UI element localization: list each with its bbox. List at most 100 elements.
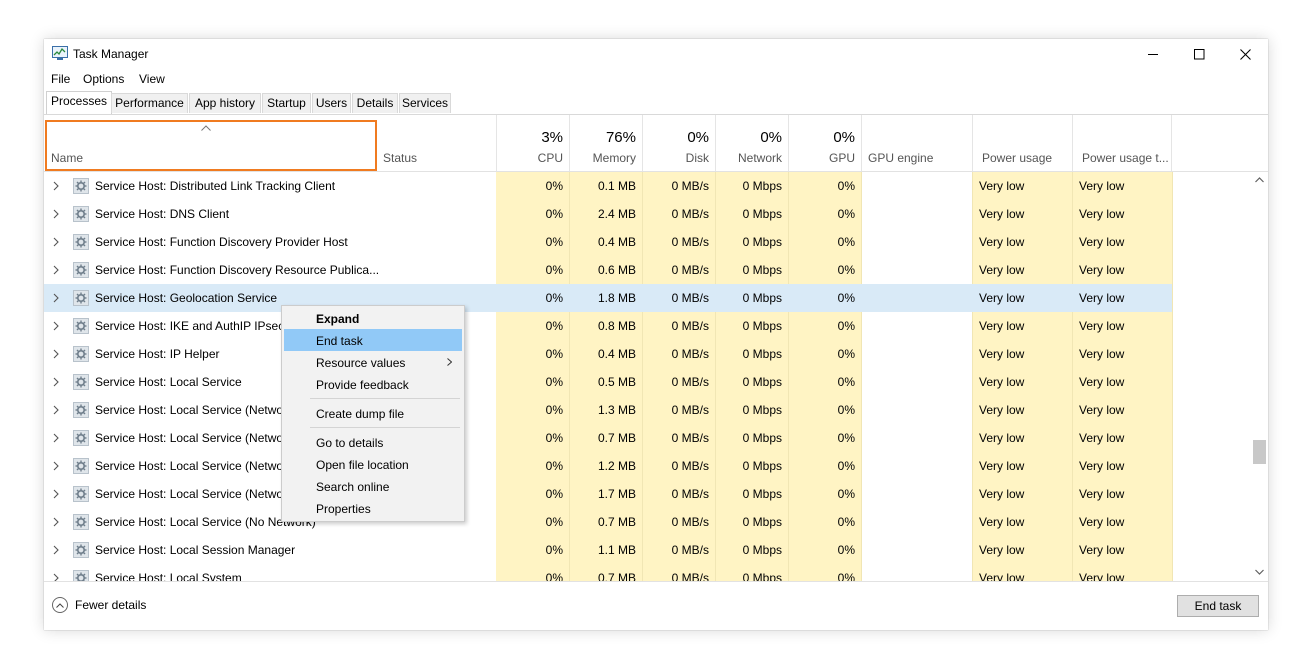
expand-chevron-icon[interactable] [53, 349, 59, 359]
cell-power-usage: Very low [979, 291, 1025, 305]
tab-services[interactable]: Services [399, 93, 451, 113]
table-row[interactable]: Service Host: Local Service 0% 0.5 MB 0 MB/… [44, 368, 1172, 396]
service-gear-icon [73, 346, 89, 362]
context-menu-resource-values[interactable]: Resource values [284, 351, 462, 373]
header-gpu[interactable]: 0% GPU [788, 115, 861, 171]
header-name[interactable]: Name [44, 115, 378, 171]
cell-power-usage: Very low [979, 179, 1025, 193]
menu-view[interactable]: View [139, 72, 165, 86]
vertical-scrollbar[interactable] [1251, 172, 1268, 581]
context-menu-go-to-details[interactable]: Go to details [284, 431, 462, 453]
table-row[interactable]: Service Host: Geolocation Service 0% 1.8 M… [44, 284, 1172, 312]
context-menu-end-task[interactable]: End task [284, 329, 462, 351]
process-name: Service Host: Function Discovery Resourc… [95, 263, 380, 277]
header-network[interactable]: 0% Network [715, 115, 788, 171]
fewer-details-button[interactable]: Fewer details [52, 597, 146, 613]
expand-chevron-icon[interactable] [53, 377, 59, 387]
cell-power-usage: Very low [979, 207, 1025, 221]
context-menu-properties[interactable]: Properties [284, 497, 462, 519]
context-menu-open-file-location[interactable]: Open file location [284, 453, 462, 475]
cell-disk: 0 MB/s [671, 431, 709, 445]
expand-chevron-icon[interactable] [53, 237, 59, 247]
cell-memory: 1.8 MB [597, 291, 636, 305]
cell-gpu: 0% [837, 179, 855, 193]
expand-chevron-icon[interactable] [53, 209, 59, 219]
menu-file[interactable]: File [51, 72, 70, 86]
context-menu-label: Open file location [316, 458, 409, 472]
cell-cpu: 0% [545, 543, 563, 557]
table-row[interactable]: Service Host: Local Service (No Network)… [44, 508, 1172, 536]
expand-chevron-icon[interactable] [53, 433, 59, 443]
tab-performance[interactable]: Performance [111, 93, 188, 113]
header-cpu[interactable]: 3% CPU [496, 115, 569, 171]
scroll-down-icon[interactable] [1255, 569, 1264, 575]
menu-options[interactable]: Options [83, 72, 124, 86]
expand-chevron-icon[interactable] [53, 405, 59, 415]
cell-power-trend: Very low [1079, 487, 1125, 501]
expand-chevron-icon[interactable] [53, 489, 59, 499]
context-menu-provide-feedback[interactable]: Provide feedback [284, 373, 462, 395]
cell-power-trend: Very low [1079, 263, 1125, 277]
expand-chevron-icon[interactable] [53, 573, 59, 581]
table-row[interactable]: Service Host: Local Service (Networ 0% 1.2… [44, 452, 1172, 480]
cell-network: 0 Mbps [742, 179, 782, 193]
tab-app-history[interactable]: App history [189, 93, 261, 113]
tab-details[interactable]: Details [352, 93, 398, 113]
expand-chevron-icon[interactable] [53, 293, 59, 303]
service-gear-icon [73, 542, 89, 558]
table-row[interactable]: Service Host: IP Helper 0% 0.4 MB 0 MB/s 0 M… [44, 340, 1172, 368]
header-disk[interactable]: 0% Disk [642, 115, 715, 171]
cell-cpu: 0% [545, 459, 563, 473]
expand-chevron-icon[interactable] [53, 517, 59, 527]
expand-chevron-icon[interactable] [53, 265, 59, 275]
cell-disk: 0 MB/s [671, 347, 709, 361]
tab-startup[interactable]: Startup [262, 93, 311, 113]
title-bar[interactable]: Task Manager [44, 39, 1268, 69]
header-gpu-engine[interactable]: GPU engine [861, 115, 972, 171]
context-menu-create-dump-file[interactable]: Create dump file [284, 402, 462, 424]
close-button[interactable] [1222, 39, 1268, 69]
tab-users[interactable]: Users [312, 93, 351, 113]
table-row[interactable]: Service Host: Local Service (Networ 0% 1.3… [44, 396, 1172, 424]
expand-chevron-icon[interactable] [53, 321, 59, 331]
cell-disk: 0 MB/s [671, 459, 709, 473]
context-menu-expand[interactable]: Expand [284, 307, 462, 329]
header-memory[interactable]: 76% Memory [569, 115, 642, 171]
header-status[interactable]: Status [378, 115, 496, 171]
cell-power-trend: Very low [1079, 207, 1125, 221]
scrollbar-thumb[interactable] [1253, 440, 1266, 464]
table-row[interactable]: Service Host: Function Discovery Provide… [44, 228, 1172, 256]
cell-gpu: 0% [837, 291, 855, 305]
table-row[interactable]: Service Host: Local System 0% 0.7 MB 0 MB/s… [44, 564, 1172, 581]
header-power-usage[interactable]: Power usage [972, 115, 1072, 171]
table-row[interactable]: Service Host: Local Session Manager 0% 1.1… [44, 536, 1172, 564]
cell-power-trend: Very low [1079, 179, 1125, 193]
process-name: Service Host: Distributed Link Tracking … [95, 179, 336, 193]
header-gpu-engine-label: GPU engine [868, 151, 934, 165]
header-power-trend[interactable]: Power usage t... [1072, 115, 1172, 171]
cell-network: 0 Mbps [742, 403, 782, 417]
minimize-button[interactable] [1130, 39, 1176, 69]
table-row[interactable]: Service Host: Local Service (Networ 0% 0.7… [44, 424, 1172, 452]
maximize-button[interactable] [1176, 39, 1222, 69]
tab-processes[interactable]: Processes [46, 91, 112, 114]
header-network-percent: 0% [760, 129, 782, 146]
table-row[interactable]: Service Host: DNS Client 0% 2.4 MB 0 MB/s 0 … [44, 200, 1172, 228]
cell-disk: 0 MB/s [671, 235, 709, 249]
table-row[interactable]: Service Host: Function Discovery Resourc… [44, 256, 1172, 284]
expand-chevron-icon[interactable] [53, 181, 59, 191]
cell-disk: 0 MB/s [671, 291, 709, 305]
cell-power-usage: Very low [979, 515, 1025, 529]
table-row[interactable]: Service Host: IKE and AuthIP IPsec K 0% 0.… [44, 312, 1172, 340]
table-row[interactable]: Service Host: Local Service (Networ 0% 1.7… [44, 480, 1172, 508]
cell-memory: 2.4 MB [597, 207, 636, 221]
context-menu-search-online[interactable]: Search online [284, 475, 462, 497]
process-name: Service Host: Local System [95, 571, 242, 581]
task-manager-app-icon [52, 46, 68, 60]
end-task-button[interactable]: End task [1177, 595, 1259, 617]
scroll-up-icon[interactable] [1255, 177, 1264, 183]
expand-chevron-icon[interactable] [53, 461, 59, 471]
table-row[interactable]: Service Host: Distributed Link Tracking … [44, 172, 1172, 200]
window-title: Task Manager [73, 47, 149, 61]
expand-chevron-icon[interactable] [53, 545, 59, 555]
